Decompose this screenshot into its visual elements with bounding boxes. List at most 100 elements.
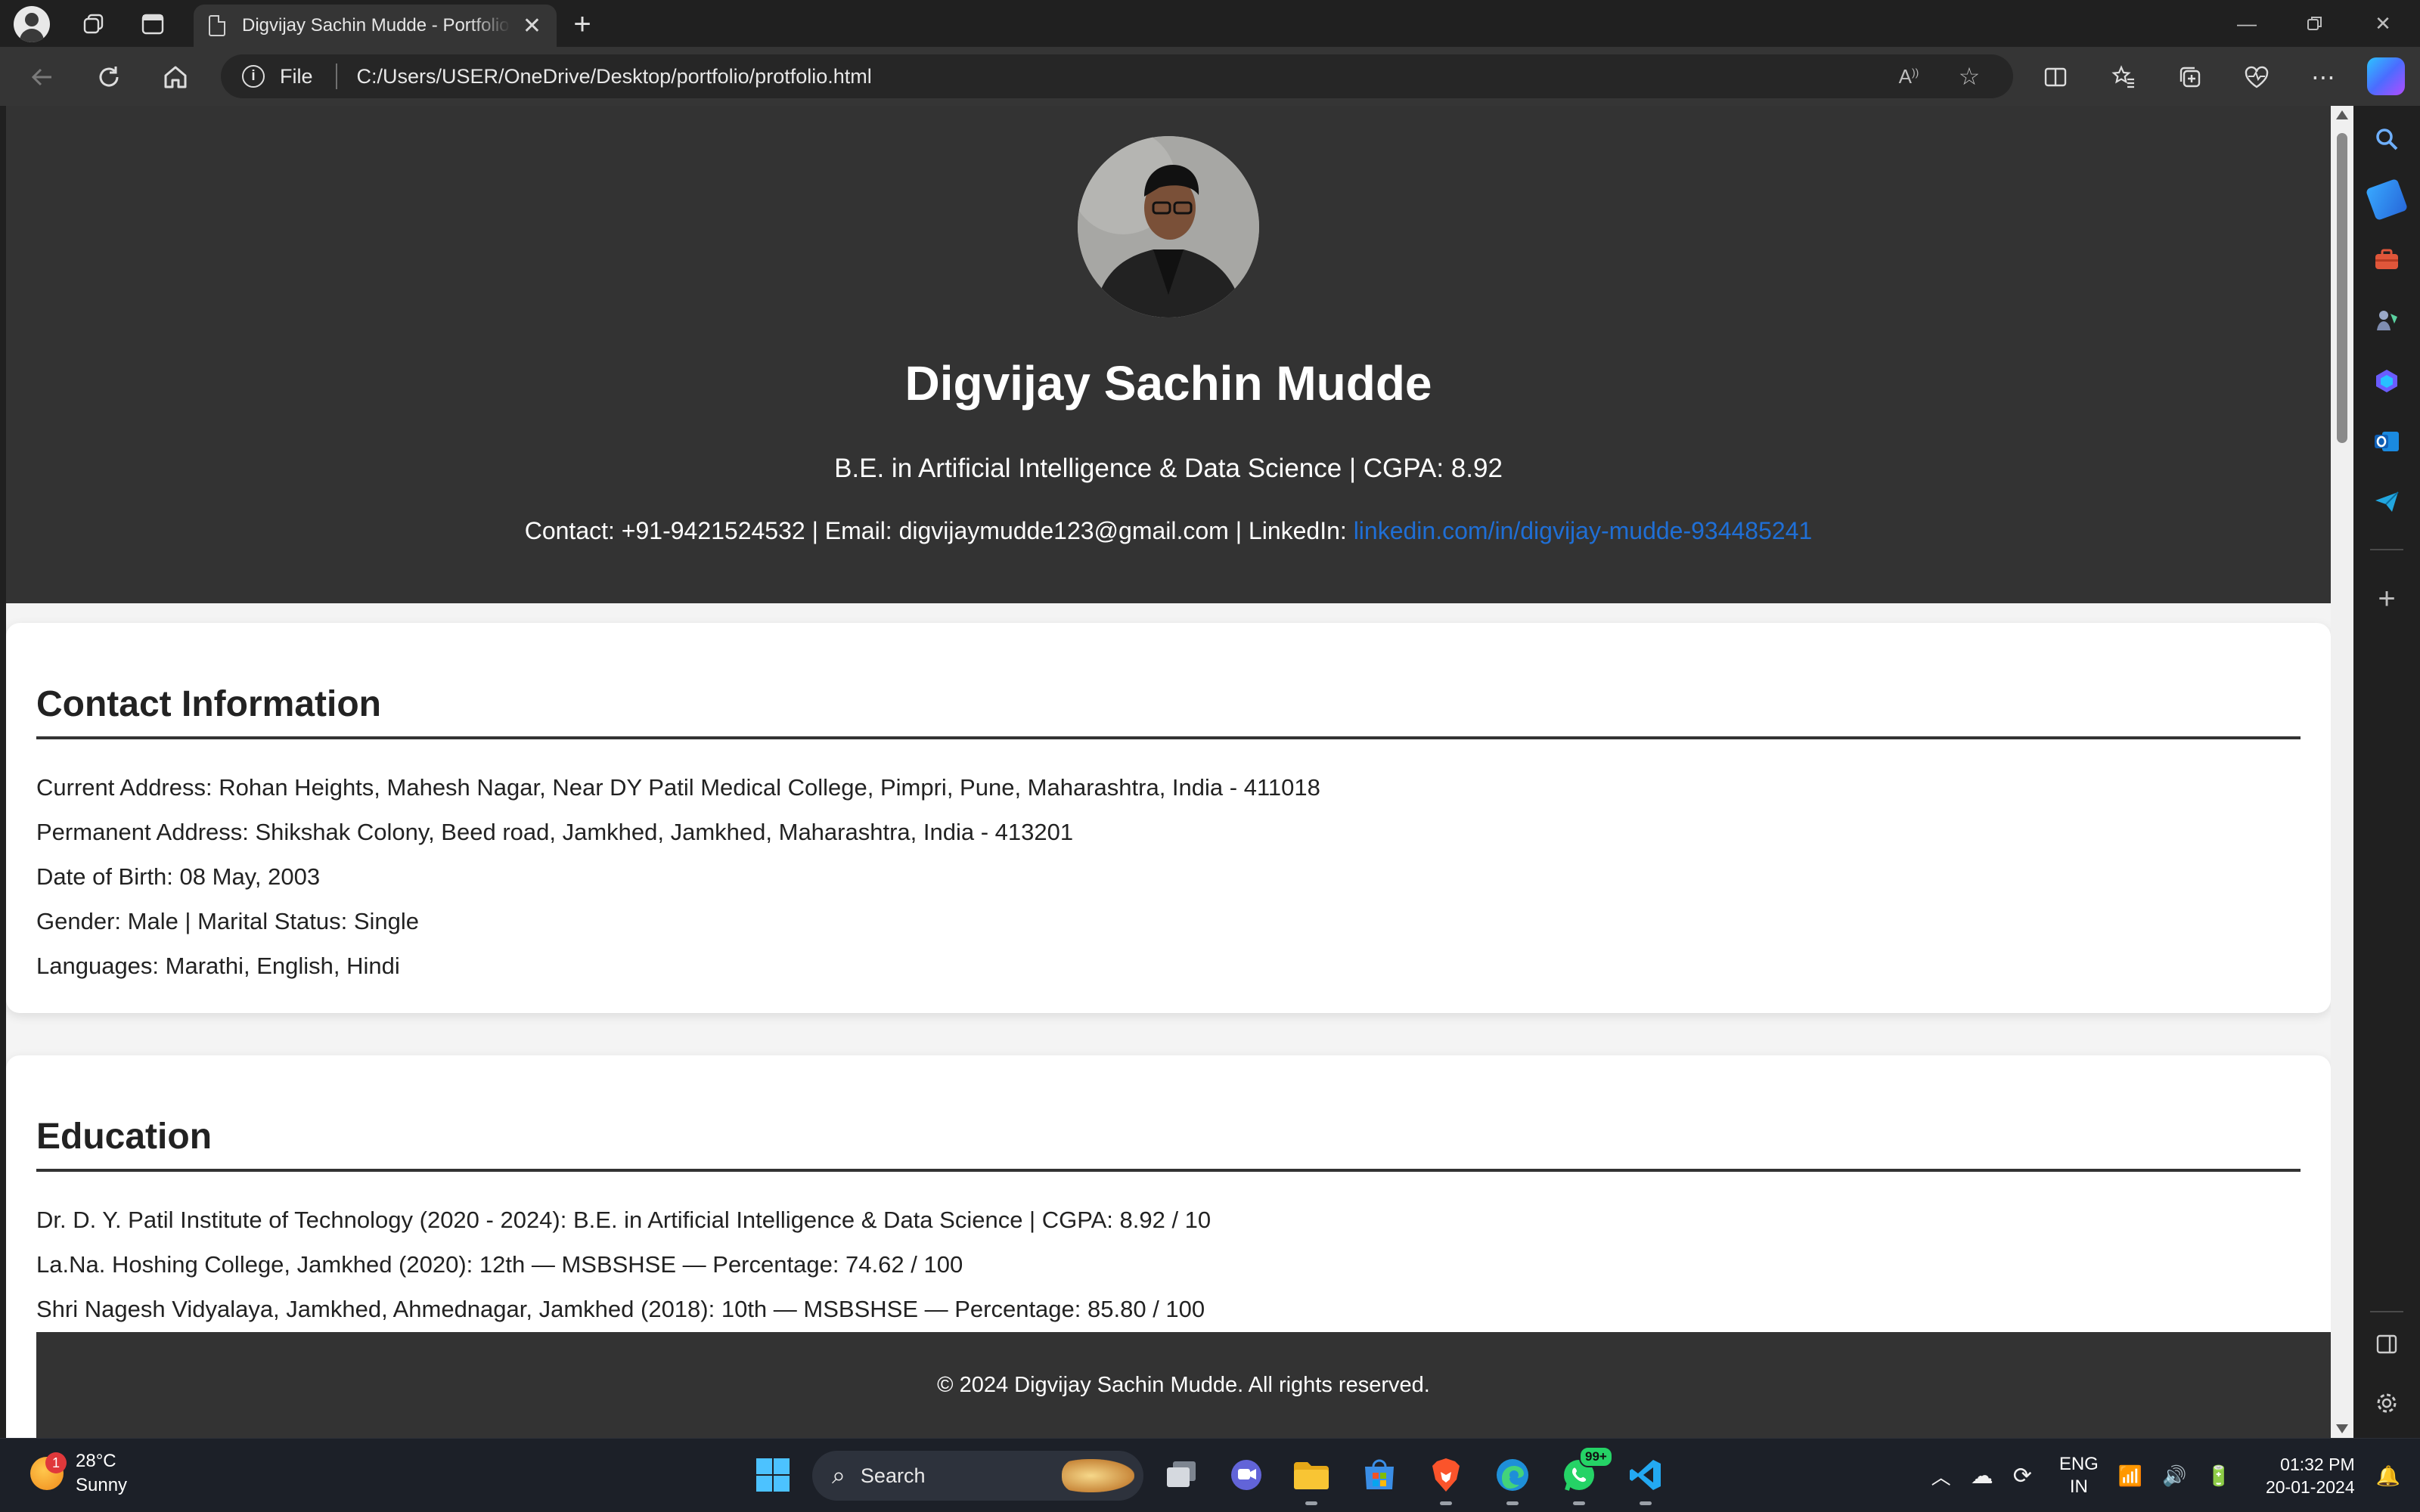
- add-sidebar-item-icon[interactable]: +: [2370, 582, 2403, 615]
- notification-bell-icon[interactable]: 🔔: [2376, 1464, 2400, 1488]
- whatsapp-unread-badge: 99+: [1579, 1446, 1613, 1467]
- onedrive-cloud-icon[interactable]: ☁: [1971, 1463, 1993, 1489]
- brave-browser-button[interactable]: [1425, 1454, 1467, 1505]
- vertical-tabs-icon: [141, 14, 164, 35]
- wifi-icon[interactable]: 📶: [2118, 1464, 2142, 1488]
- tab-actions-button[interactable]: [135, 6, 171, 42]
- taskbar-search-box[interactable]: ⌕ Search: [812, 1451, 1143, 1501]
- folder-icon: [1294, 1462, 1329, 1489]
- whatsapp-button[interactable]: 99+: [1558, 1446, 1613, 1505]
- vscode-icon: [1630, 1460, 1661, 1490]
- address-bar[interactable]: i File C:/Users/USER/OneDrive/Desktop/po…: [221, 54, 2013, 98]
- hide-sidebar-icon[interactable]: [2370, 1328, 2403, 1361]
- scroll-up-arrow-icon[interactable]: [2336, 110, 2348, 119]
- running-indicator: [1440, 1501, 1452, 1505]
- contact-text: Contact: +91-9421524532 | Email: digvija…: [524, 517, 1354, 544]
- show-hidden-icons-chevron-up-icon[interactable]: ︿: [1931, 1462, 1951, 1490]
- sidebar-settings-gear-icon[interactable]: [2370, 1387, 2403, 1420]
- refresh-button[interactable]: [88, 56, 130, 98]
- notification-badge: 1: [45, 1452, 67, 1473]
- hero-header: Digvijay Sachin Mudde B.E. in Artificial…: [6, 106, 2331, 603]
- microsoft-store-button[interactable]: [1358, 1454, 1401, 1496]
- heart-pulse-icon: [2245, 66, 2269, 88]
- scroll-down-arrow-icon[interactable]: [2336, 1424, 2348, 1433]
- running-indicator: [1573, 1501, 1585, 1505]
- split-screen-button[interactable]: [2036, 57, 2075, 97]
- browser-tab-strip: Digvijay Sachin Mudde - Portfolio ✕ + — …: [0, 0, 2420, 47]
- section-divider: [36, 1169, 2301, 1172]
- home-icon: [164, 66, 187, 88]
- back-button[interactable]: [21, 56, 64, 98]
- games-icon[interactable]: [2370, 304, 2403, 337]
- tools-icon[interactable]: [2370, 243, 2403, 277]
- restore-icon: [2307, 17, 2322, 30]
- favorites-button[interactable]: [2104, 57, 2143, 97]
- running-indicator: [1305, 1501, 1317, 1505]
- restore-button[interactable]: [2281, 0, 2349, 47]
- linkedin-link[interactable]: linkedin.com/in/digvijay-mudde-934485241: [1354, 517, 1813, 544]
- windows-taskbar: 1 28°C Sunny ⌕ Search 99+ ︿ ☁ ⟳ ENG IN 📶…: [0, 1438, 2420, 1512]
- vscode-button[interactable]: [1624, 1454, 1667, 1505]
- edge-browser-button[interactable]: [1491, 1454, 1534, 1505]
- scrollbar-thumb[interactable]: [2337, 133, 2347, 443]
- task-view-icon: [1167, 1461, 1196, 1487]
- page-footer: © 2024 Digvijay Sachin Mudde. All rights…: [36, 1332, 2331, 1438]
- address-separator: [335, 64, 337, 89]
- contact-line: Contact: +91-9421524532 | Email: digvija…: [6, 517, 2331, 545]
- store-icon: [1365, 1459, 1394, 1489]
- start-button[interactable]: [752, 1454, 794, 1496]
- clock-date: 20-01-2024: [2265, 1477, 2355, 1497]
- sun-icon: 1: [30, 1452, 67, 1490]
- copilot-designer-icon[interactable]: [2370, 364, 2403, 398]
- profile-photo: [1078, 136, 1259, 318]
- date-of-birth: Date of Birth: 08 May, 2003: [36, 863, 321, 890]
- search-placeholder: Search: [860, 1464, 926, 1487]
- weather-temperature: 28°C: [76, 1451, 116, 1471]
- gender-marital-status: Gender: Male | Marital Status: Single: [36, 908, 420, 934]
- workspaces-icon: [83, 14, 104, 34]
- sync-icon[interactable]: ⟳: [2013, 1463, 2032, 1489]
- new-tab-button[interactable]: +: [564, 6, 600, 42]
- favorites-icon: [2111, 65, 2134, 88]
- settings-more-button[interactable]: ⋯: [2304, 57, 2343, 97]
- windows-logo-icon: [756, 1458, 790, 1492]
- degree-subtitle: B.E. in Artificial Intelligence & Data S…: [834, 454, 1503, 483]
- region-code: IN: [2069, 1476, 2088, 1497]
- url-text[interactable]: C:/Users/USER/OneDrive/Desktop/portfolio…: [357, 65, 1892, 88]
- info-icon[interactable]: i: [242, 65, 265, 88]
- workspaces-button[interactable]: [76, 6, 112, 42]
- battery-icon[interactable]: 🔋: [2207, 1464, 2231, 1488]
- page-scrollbar[interactable]: [2331, 106, 2353, 1438]
- clock[interactable]: 01:32 PM 20-01-2024: [2266, 1453, 2355, 1498]
- split-screen-icon: [2044, 67, 2067, 87]
- teams-chat-button[interactable]: [1225, 1454, 1267, 1496]
- browser-essentials-button[interactable]: [2237, 57, 2276, 97]
- current-address: Current Address: Rohan Heights, Mahesh N…: [36, 774, 1320, 801]
- outlook-icon[interactable]: [2370, 425, 2403, 458]
- read-aloud-icon[interactable]: A)): [1892, 65, 1925, 88]
- document-icon: [209, 15, 225, 36]
- profile-button[interactable]: [14, 6, 50, 42]
- collections-icon: [2180, 67, 2201, 88]
- task-view-button[interactable]: [1160, 1454, 1202, 1496]
- search-highlight-image: [1062, 1459, 1134, 1492]
- home-button[interactable]: [154, 56, 197, 98]
- file-explorer-button[interactable]: [1290, 1454, 1333, 1505]
- favorite-star-icon[interactable]: ☆: [1953, 62, 1986, 91]
- page-viewport: Digvijay Sachin Mudde B.E. in Artificial…: [6, 106, 2331, 1438]
- send-icon[interactable]: [2370, 485, 2403, 519]
- minimize-button[interactable]: —: [2213, 0, 2281, 47]
- volume-icon[interactable]: 🔊: [2162, 1464, 2186, 1488]
- shopping-tag-icon[interactable]: [2365, 178, 2409, 222]
- sidebar-search-icon[interactable]: [2370, 122, 2403, 156]
- tab-portfolio[interactable]: Digvijay Sachin Mudde - Portfolio ✕: [194, 5, 557, 47]
- back-arrow-icon: [31, 68, 51, 86]
- collections-button[interactable]: [2170, 57, 2210, 97]
- language-indicator[interactable]: ENG IN: [2059, 1453, 2099, 1498]
- close-window-button[interactable]: ✕: [2349, 0, 2417, 47]
- weather-widget[interactable]: 1 28°C Sunny: [30, 1449, 127, 1498]
- tab-close-button[interactable]: ✕: [523, 13, 541, 39]
- site-label: File: [280, 64, 313, 88]
- copilot-icon[interactable]: [2367, 57, 2405, 95]
- education-entry: La.Na. Hoshing College, Jamkhed (2020): …: [36, 1251, 963, 1278]
